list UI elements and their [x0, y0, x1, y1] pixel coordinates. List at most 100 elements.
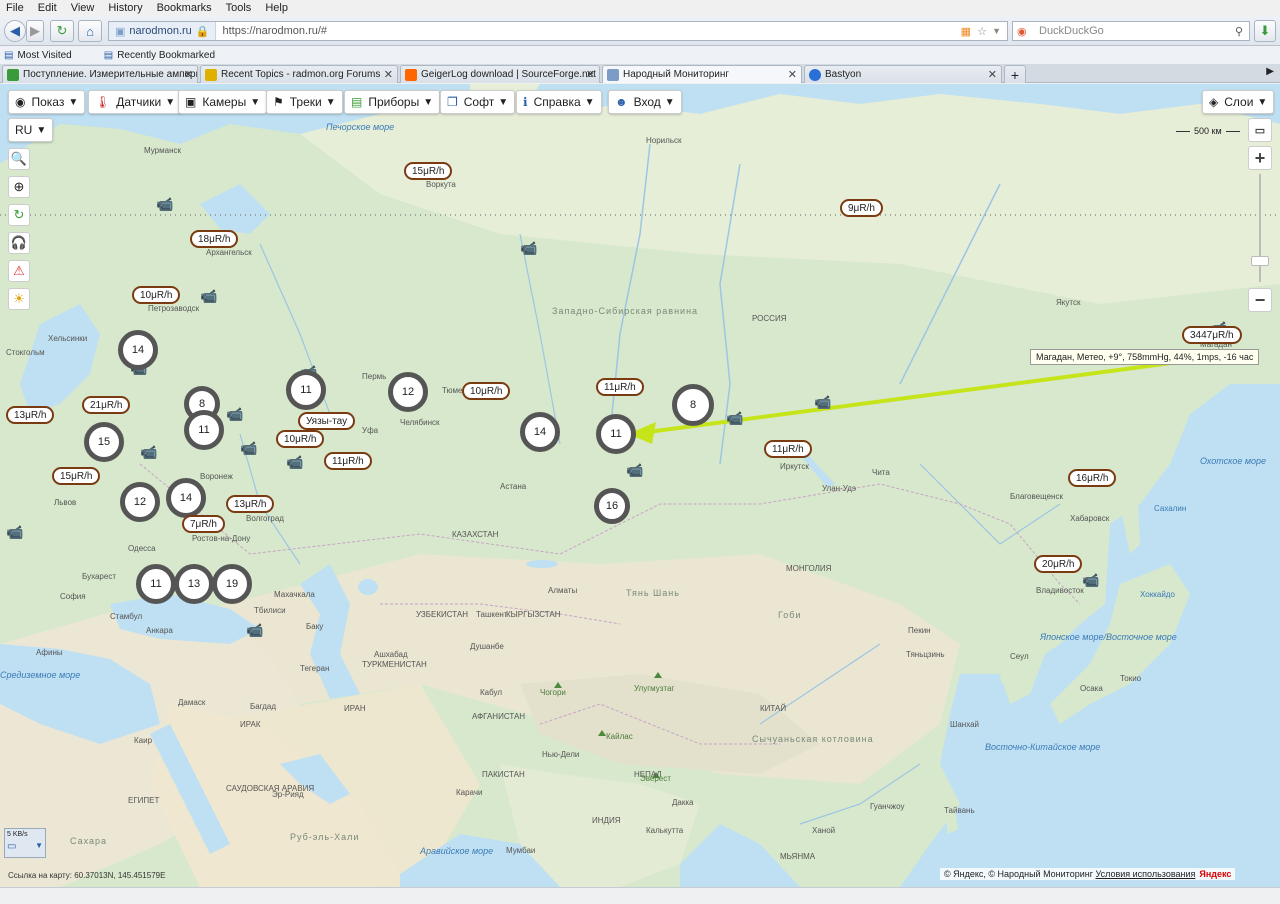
- refresh-button[interactable]: ↻: [8, 204, 30, 226]
- camera-marker-icon[interactable]: 📹: [520, 240, 537, 257]
- software-menu-button[interactable]: ❐ Софт ▼: [440, 90, 516, 114]
- new-tab-button[interactable]: +: [1004, 65, 1026, 83]
- close-icon[interactable]: ✕: [586, 68, 595, 81]
- radiation-bubble[interactable]: 16μR/h: [1068, 469, 1117, 487]
- camera-marker-icon[interactable]: 📹: [246, 622, 263, 639]
- location-bubble[interactable]: Уязы-тау: [298, 412, 356, 430]
- cluster-marker[interactable]: 15: [84, 422, 124, 462]
- terms-link[interactable]: Условия использования: [1096, 869, 1196, 879]
- show-menu-button[interactable]: ◉ Показ ▼: [8, 90, 86, 114]
- search-input[interactable]: DuckDuckGo: [1039, 25, 1104, 37]
- tab-item[interactable]: GeigerLog download | SourceForge.net ✕: [400, 65, 600, 83]
- close-icon[interactable]: ✕: [184, 68, 193, 81]
- tab-item-active[interactable]: Народный Мониторинг ✕: [602, 65, 802, 83]
- radiation-bubble[interactable]: 10μR/h: [276, 430, 325, 448]
- close-icon[interactable]: ✕: [988, 68, 997, 81]
- login-menu-button[interactable]: ☻ Вход ▼: [608, 90, 682, 114]
- radiation-bubble[interactable]: 9μR/h: [840, 199, 883, 217]
- home-button[interactable]: ⌂: [78, 20, 102, 42]
- bookmark-recently-bookmarked[interactable]: ▤ Recently Bookmarked: [104, 50, 231, 61]
- alert-button[interactable]: ⚠: [8, 260, 30, 282]
- url-text[interactable]: https://narodmon.ru/#: [216, 25, 327, 37]
- radiation-bubble[interactable]: 10μR/h: [132, 286, 181, 304]
- search-icon[interactable]: ⚲: [1235, 25, 1243, 38]
- menu-edit[interactable]: Edit: [38, 2, 57, 14]
- radiation-bubble[interactable]: 11μR/h: [324, 452, 372, 470]
- map-canvas[interactable]: Печорское море Западно-Сибирская равнина…: [0, 84, 1280, 887]
- camera-marker-icon[interactable]: 📹: [626, 462, 643, 479]
- camera-marker-icon[interactable]: 📹: [140, 444, 157, 461]
- cluster-marker[interactable]: 12: [388, 372, 428, 412]
- rss-icon[interactable]: ▦: [961, 25, 971, 38]
- cluster-marker[interactable]: 11: [596, 414, 636, 454]
- camera-marker-icon[interactable]: 📹: [156, 196, 173, 213]
- radiation-bubble[interactable]: 13μR/h: [226, 495, 275, 513]
- locate-me-button[interactable]: ⊕: [8, 176, 30, 198]
- menu-history[interactable]: History: [108, 2, 142, 14]
- radiation-bubble[interactable]: 13μR/h: [6, 406, 55, 424]
- layers-menu-button[interactable]: ◈ Слои ▼: [1202, 90, 1275, 114]
- close-icon[interactable]: ✕: [788, 68, 797, 81]
- cluster-marker[interactable]: 11: [136, 564, 176, 604]
- radiation-bubble[interactable]: 11μR/h: [596, 378, 644, 396]
- cluster-marker[interactable]: 14: [520, 412, 560, 452]
- search-map-button[interactable]: 🔍: [8, 148, 30, 170]
- camera-marker-icon[interactable]: 📹: [226, 406, 243, 423]
- radiation-bubble[interactable]: 20μR/h: [1034, 555, 1083, 573]
- radiation-bubble[interactable]: 21μR/h: [82, 396, 131, 414]
- cameras-menu-button[interactable]: ▣ Камеры ▼: [178, 90, 268, 114]
- forward-button[interactable]: ▶: [26, 20, 44, 42]
- url-dropdown-icon[interactable]: ▼: [992, 26, 1001, 36]
- cluster-marker[interactable]: 13: [174, 564, 214, 604]
- cluster-marker[interactable]: 12: [120, 482, 160, 522]
- cluster-marker[interactable]: 19: [212, 564, 252, 604]
- audio-button[interactable]: 🎧: [8, 232, 30, 254]
- radiation-bubble[interactable]: 11μR/h: [764, 440, 812, 458]
- bookmark-most-visited[interactable]: ▤ Most Visited: [4, 50, 88, 61]
- weather-button[interactable]: ☀: [8, 288, 30, 310]
- tab-item[interactable]: Recent Topics - radmon.org Forums ✕: [200, 65, 398, 83]
- cluster-marker[interactable]: 16: [594, 488, 630, 524]
- radiation-bubble[interactable]: 7μR/h: [182, 515, 225, 533]
- radiation-bubble[interactable]: 10μR/h: [462, 382, 511, 400]
- radiation-bubble[interactable]: 15μR/h: [404, 162, 453, 180]
- zoom-slider-handle[interactable]: [1251, 256, 1269, 266]
- zoom-in-button[interactable]: +: [1248, 146, 1272, 170]
- cluster-marker[interactable]: 14: [166, 478, 206, 518]
- search-bar[interactable]: ◉ DuckDuckGo ⚲: [1012, 21, 1250, 41]
- menu-bookmarks[interactable]: Bookmarks: [157, 2, 212, 14]
- zoom-out-button[interactable]: −: [1248, 288, 1272, 312]
- help-menu-button[interactable]: ℹ Справка ▼: [516, 90, 602, 114]
- camera-marker-icon[interactable]: 📹: [240, 440, 257, 457]
- sensors-menu-button[interactable]: 🌡 Датчики ▼: [88, 90, 183, 114]
- tab-item[interactable]: Поступление. Измерительные ампермe... ✕: [2, 65, 198, 83]
- camera-marker-icon[interactable]: 📹: [200, 288, 217, 305]
- language-select[interactable]: RU ▼: [8, 118, 54, 142]
- close-icon[interactable]: ✕: [384, 68, 393, 81]
- download-button[interactable]: ⬇: [1254, 20, 1276, 42]
- cluster-marker[interactable]: 11: [184, 410, 224, 450]
- devices-menu-button[interactable]: ▤ Приборы ▼: [344, 90, 441, 114]
- menu-help[interactable]: Help: [265, 2, 288, 14]
- radiation-bubble[interactable]: 3447μR/h: [1182, 326, 1242, 344]
- camera-marker-icon[interactable]: 📹: [6, 524, 23, 541]
- menu-view[interactable]: View: [71, 2, 95, 14]
- cluster-marker[interactable]: 11: [286, 370, 326, 410]
- cluster-marker[interactable]: 8: [672, 384, 714, 426]
- back-button[interactable]: ◀: [4, 20, 26, 42]
- network-speed-widget[interactable]: 5 KB/s ▭ ▼: [4, 828, 46, 858]
- camera-marker-icon[interactable]: 📹: [286, 454, 303, 471]
- menu-file[interactable]: File: [6, 2, 24, 14]
- camera-marker-icon[interactable]: 📹: [1082, 572, 1099, 589]
- camera-marker-icon[interactable]: 📹: [814, 394, 831, 411]
- menu-tools[interactable]: Tools: [226, 2, 252, 14]
- ruler-button[interactable]: ▭: [1248, 118, 1272, 142]
- radiation-bubble[interactable]: 18μR/h: [190, 230, 239, 248]
- radiation-bubble[interactable]: 15μR/h: [52, 467, 101, 485]
- camera-marker-icon[interactable]: 📹: [726, 410, 743, 427]
- reload-button[interactable]: ↻: [50, 20, 74, 42]
- bookmark-star-icon[interactable]: ☆: [977, 25, 987, 38]
- url-bar[interactable]: ▣ narodmon.ru 🔒 https://narodmon.ru/# ▦ ☆ …: [108, 21, 1008, 41]
- tab-item[interactable]: Bastyon ✕: [804, 65, 1002, 83]
- tab-scroll-right-icon[interactable]: ▶: [1266, 66, 1274, 77]
